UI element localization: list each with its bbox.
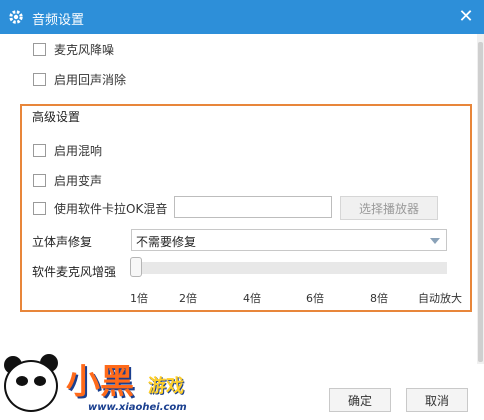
karaoke-path-input[interactable]	[174, 196, 332, 218]
mic-enhance-slider-track[interactable]	[131, 262, 447, 274]
echo-cancel-label: 启用回声消除	[54, 72, 127, 87]
watermark-brand-games: 游戏	[148, 376, 184, 397]
noise-reduction-option[interactable]: 麦克风降噪	[33, 40, 114, 58]
tick-label: 4倍	[243, 292, 261, 305]
gear-icon	[8, 9, 24, 25]
noise-reduction-checkbox[interactable]	[33, 42, 46, 56]
stereo-repair-label: 立体声修复	[32, 235, 93, 249]
scrollbar-thumb[interactable]	[478, 42, 483, 362]
reverb-label: 启用混响	[54, 143, 103, 158]
karaoke-mix-checkbox[interactable]	[33, 201, 46, 215]
tick-label: 2倍	[179, 292, 197, 305]
watermark-brand: 小黑	[66, 362, 134, 402]
voice-change-checkbox[interactable]	[33, 173, 46, 187]
reverb-option[interactable]: 启用混响	[33, 141, 102, 159]
scrollbar[interactable]	[477, 34, 484, 364]
select-player-button[interactable]: 选择播放器	[340, 196, 438, 220]
echo-cancel-option[interactable]: 启用回声消除	[33, 70, 126, 88]
tick-label: 自动放大	[418, 292, 462, 305]
tick-label: 1倍	[130, 292, 148, 305]
advanced-settings-title: 高级设置	[32, 110, 81, 124]
panda-eye	[16, 376, 28, 386]
karaoke-mix-label: 使用软件卡拉OK混音	[54, 201, 168, 216]
watermark-url: www.xiaohei.com	[88, 402, 187, 413]
window-title: 音频设置	[32, 13, 85, 28]
close-button[interactable]: ✕	[456, 7, 476, 27]
stereo-repair-select[interactable]: 不需要修复	[131, 229, 447, 251]
stereo-repair-value: 不需要修复	[136, 235, 197, 249]
karaoke-mix-option[interactable]: 使用软件卡拉OK混音	[33, 199, 167, 217]
title-bar: 音频设置 ✕	[0, 0, 484, 34]
panda-mascot-icon	[4, 360, 58, 412]
reverb-checkbox[interactable]	[33, 143, 46, 157]
chevron-down-icon	[430, 238, 440, 244]
voice-change-label: 启用变声	[54, 173, 103, 188]
panda-eye	[34, 376, 46, 386]
cancel-button[interactable]: 取消	[406, 388, 468, 412]
watermark-logo: 小黑 游戏 www.xiaohei.com	[0, 352, 200, 420]
tick-label: 6倍	[306, 292, 324, 305]
mic-enhance-label: 软件麦克风增强	[32, 265, 117, 279]
mic-enhance-slider-knob[interactable]	[130, 257, 142, 277]
ok-button[interactable]: 确定	[329, 388, 391, 412]
voice-change-option[interactable]: 启用变声	[33, 171, 102, 189]
noise-reduction-label: 麦克风降噪	[54, 42, 115, 57]
tick-label: 8倍	[370, 292, 388, 305]
close-icon: ✕	[458, 6, 474, 27]
echo-cancel-checkbox[interactable]	[33, 72, 46, 86]
